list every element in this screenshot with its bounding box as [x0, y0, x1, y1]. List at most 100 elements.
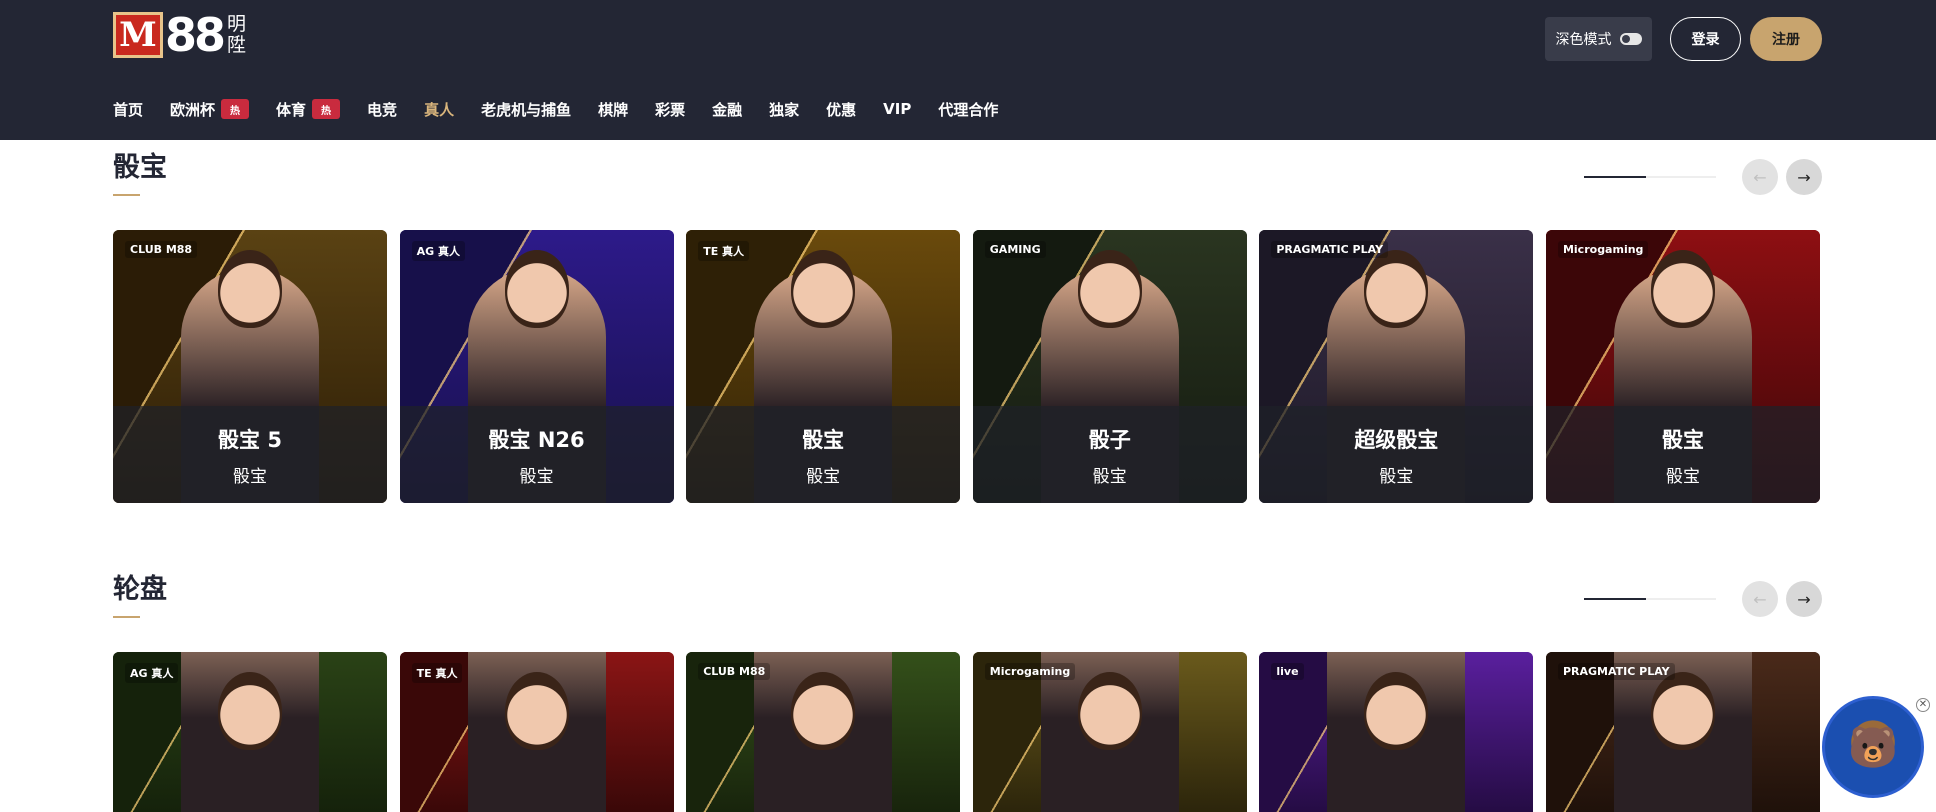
- provider-logo: CLUB M88: [698, 663, 771, 680]
- nav-item-label: 彩票: [655, 100, 686, 119]
- card-overlay: [113, 406, 387, 503]
- card-game-type: 骰宝: [233, 467, 267, 487]
- card-list: CLUB M88 骰宝 5 骰宝 AG 真人 骰宝 N26 骰宝 TE 真人 骰宝 骰宝 GAMI…: [113, 230, 1820, 503]
- card-game-name: 骰宝: [1661, 428, 1704, 452]
- nav-item-label: 棋牌: [598, 100, 629, 119]
- bear-mascot-icon: 🐻: [1848, 724, 1898, 771]
- dark-mode-label: 深色模式: [1555, 32, 1612, 48]
- nav-item-label: 独家: [769, 100, 800, 119]
- hot-badge: 热: [312, 99, 341, 119]
- nav-item-6[interactable]: 棋牌: [598, 99, 628, 120]
- section-sicbo: 骰宝 ← → CLUB M88 骰宝 5 骰宝 AG 真人 骰宝 N26 骰宝 TE 真人骰…: [113, 152, 1823, 503]
- provider-logo: AG 真人: [411, 241, 465, 261]
- carousel-prev-button[interactable]: ←: [1742, 581, 1778, 617]
- card-game-name: 骰宝: [802, 428, 845, 452]
- card-overlay: [1259, 406, 1534, 503]
- nav-item-3[interactable]: 电竞: [367, 99, 397, 120]
- card-game-type: 骰宝: [519, 467, 554, 487]
- dealer-face: [1650, 672, 1715, 750]
- provider-logo: TE 真人: [411, 663, 463, 683]
- game-card[interactable]: live: [1259, 652, 1534, 812]
- nav-item-label: 电竞: [367, 100, 398, 119]
- nav-item-4[interactable]: 真人: [424, 99, 454, 120]
- carousel-progress-fill: [1584, 598, 1647, 600]
- game-card[interactable]: PRAGMATIC PLAY: [1545, 652, 1820, 812]
- nav-item-9[interactable]: 独家: [769, 99, 799, 120]
- nav-item-label: VIP: [883, 100, 912, 118]
- dealer-face: [1650, 250, 1715, 328]
- game-card[interactable]: CLUB M88: [686, 652, 961, 812]
- nav-item-label: 代理合作: [938, 100, 999, 119]
- nav-item-8[interactable]: 金融: [712, 99, 742, 120]
- game-card[interactable]: AG 真人骰宝 N26 骰宝: [399, 230, 674, 503]
- card-game-name: 超级骰宝: [1354, 428, 1439, 452]
- provider-logo: PRAGMATIC PLAY: [1557, 663, 1675, 680]
- carousel-prev-button[interactable]: ←: [1742, 159, 1778, 195]
- dealer-face: [1077, 672, 1142, 750]
- arrow-right-icon: →: [1797, 589, 1811, 609]
- provider-logo: TE 真人: [698, 241, 750, 261]
- dealer-face: [1077, 250, 1142, 328]
- nav-item-10[interactable]: 优惠: [826, 99, 856, 120]
- logo-sub-2: 陞: [227, 34, 247, 56]
- game-card[interactable]: Microgaming: [972, 652, 1247, 812]
- carousel-next-button[interactable]: →: [1786, 581, 1822, 617]
- card-list: AG 真人 TE 真人 CLUB M88 Microgaming live PRAGMAT…: [113, 652, 1820, 812]
- card-game-type: 骰宝: [1092, 467, 1127, 487]
- dealer-face: [218, 672, 282, 750]
- card-game-type: 骰宝: [1665, 467, 1700, 487]
- game-card[interactable]: Microgaming 骰宝 骰宝: [1545, 230, 1820, 503]
- arrow-right-icon: →: [1797, 167, 1811, 187]
- nav-item-2[interactable]: 体育热: [276, 99, 341, 120]
- nav-item-7[interactable]: 彩票: [655, 99, 685, 120]
- logo-sub-1: 明: [227, 13, 247, 35]
- card-overlay: [399, 406, 674, 503]
- game-card[interactable]: TE 真人 骰宝 骰宝: [686, 230, 961, 503]
- card-game-name: 骰子: [1088, 428, 1131, 452]
- dealer-face: [1364, 672, 1429, 750]
- nav-item-5[interactable]: 老虎机与捕鱼: [481, 99, 571, 120]
- nav-item-1[interactable]: 欧洲杯热: [170, 99, 250, 120]
- game-card[interactable]: TE 真人: [399, 652, 674, 812]
- nav-item-label: 体育: [276, 100, 307, 119]
- provider-logo: GAMING: [984, 241, 1046, 258]
- main-nav: 首页 欧洲杯热体育热电竞 真人 老虎机与捕鱼 棋牌 彩票 金融 独家 优惠 VIP 代理合作: [113, 98, 1025, 120]
- game-card[interactable]: GAMING 骰子骰宝: [972, 230, 1247, 503]
- carousel-progress-fill: [1584, 176, 1647, 178]
- nav-item-label: 首页: [113, 100, 144, 119]
- mascot-floating-button[interactable]: 🐻: [1822, 696, 1924, 798]
- login-button[interactable]: 登录: [1670, 17, 1741, 61]
- nav-item-label: 欧洲杯: [170, 100, 216, 119]
- title-underline: [113, 616, 140, 618]
- card-overlay: [686, 406, 961, 503]
- nav-item-12[interactable]: 代理合作: [938, 99, 998, 120]
- game-card[interactable]: PRAGMATIC PLAY 超级骰宝 骰宝: [1259, 230, 1534, 503]
- carousel-next-button[interactable]: →: [1786, 159, 1822, 195]
- dealer-face: [504, 250, 569, 328]
- dealer-face: [791, 250, 856, 328]
- game-card[interactable]: AG 真人: [113, 652, 387, 812]
- carousel-progress: [1584, 598, 1716, 600]
- provider-logo: PRAGMATIC PLAY: [1271, 241, 1389, 258]
- nav-item-0[interactable]: 首页: [113, 99, 143, 120]
- arrow-left-icon: ←: [1753, 167, 1767, 187]
- section-title: 骰宝: [113, 152, 167, 183]
- mascot-close-button[interactable]: ✕: [1916, 698, 1930, 712]
- provider-logo: AG 真人: [125, 663, 179, 683]
- title-underline: [113, 194, 140, 196]
- close-icon: ✕: [1918, 699, 1928, 710]
- game-card[interactable]: CLUB M88 骰宝 5 骰宝: [113, 230, 387, 503]
- dark-mode-toggle[interactable]: 深色模式: [1545, 17, 1652, 61]
- nav-item-11[interactable]: VIP: [883, 100, 911, 118]
- card-game-name: 骰宝 N26: [488, 428, 585, 452]
- card-overlay: [1545, 406, 1820, 503]
- arrow-left-icon: ←: [1753, 589, 1767, 609]
- logo-mark: M: [113, 12, 163, 58]
- carousel-progress: [1584, 176, 1716, 178]
- dealer-face: [791, 672, 856, 750]
- m88-logo[interactable]: M 88 明 陞: [113, 12, 246, 58]
- dealer-face: [218, 250, 282, 328]
- top-header: M 88 明 陞 深色模式 登录 注册 首页 欧洲杯热体育热电竞 真人 老虎机与捕鱼棋…: [0, 0, 1936, 140]
- hot-badge: 热: [221, 99, 250, 119]
- register-button[interactable]: 注册: [1750, 17, 1822, 61]
